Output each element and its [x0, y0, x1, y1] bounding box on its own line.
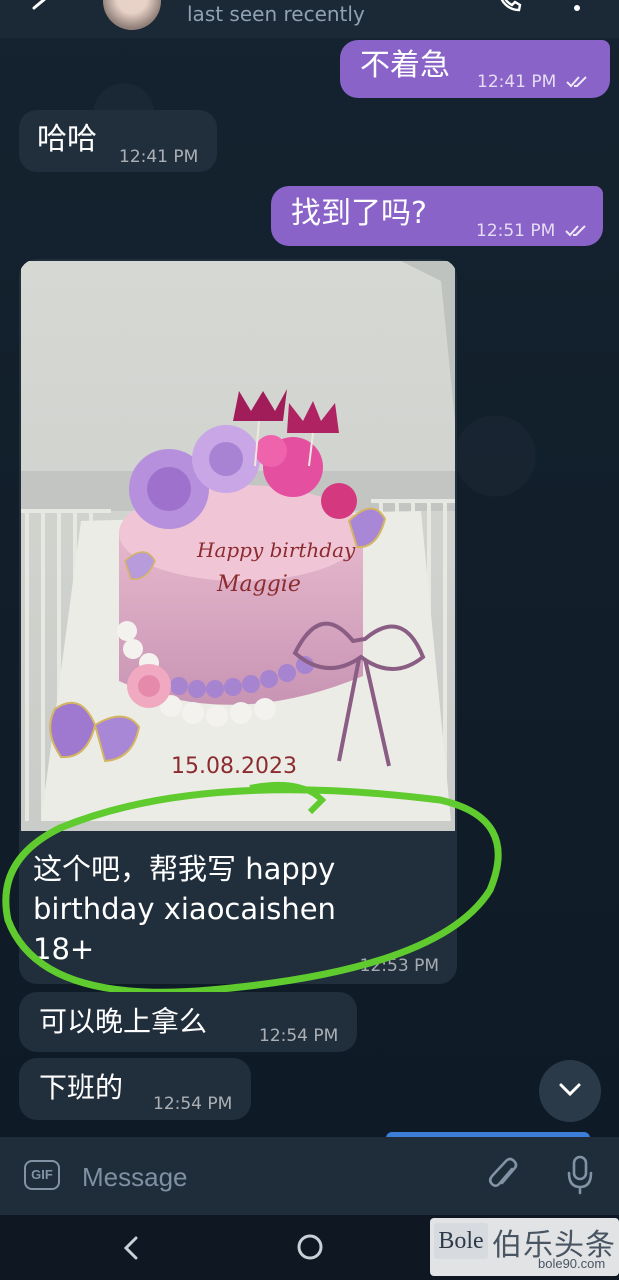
cake-inscription-line1: Happy birthday [196, 538, 356, 562]
avatar[interactable] [103, 0, 161, 30]
watermark-url: bole90.com [538, 1256, 606, 1271]
nav-home-icon[interactable] [296, 1233, 324, 1261]
message-input-bar: GIF [0, 1137, 619, 1215]
photo-message[interactable]: Happy birthday Maggie 15.08.2023 这个吧，帮我写… [19, 259, 457, 984]
message-time: 12:53 PM [359, 956, 439, 976]
phone-icon[interactable] [497, 0, 523, 12]
message-time: 12:54 PM [153, 1094, 233, 1114]
photo-caption: 这个吧，帮我写 happy birthday xiaocaishen 18+ [33, 852, 336, 966]
microphone-icon[interactable] [566, 1155, 594, 1195]
message-time: 12:41 PM [119, 147, 199, 167]
message-bubble-incoming[interactable]: 下班的 12:54 PM [19, 1058, 251, 1120]
message-bubble-incoming[interactable]: 可以晚上拿么 12:54 PM [19, 992, 357, 1052]
cake-photo[interactable]: Happy birthday Maggie 15.08.2023 [21, 261, 455, 831]
paperclip-icon[interactable] [488, 1157, 520, 1193]
message-bubble-outgoing[interactable]: 不着急 12:41 PM [340, 40, 610, 98]
gif-icon[interactable]: GIF [24, 1160, 60, 1190]
watermark: Bole 伯乐头条 bole90.com [430, 1218, 619, 1276]
double-check-icon [565, 225, 586, 237]
watermark-logo: Bole [434, 1223, 488, 1259]
chevron-down-icon [559, 1083, 581, 1097]
back-arrow-icon[interactable] [28, 0, 50, 16]
message-text: 可以晚上拿么 [39, 1005, 208, 1038]
more-vert-icon[interactable] [572, 0, 582, 14]
message-time: 12:41 PM [477, 72, 557, 92]
message-bubble-incoming[interactable]: 哈哈 12:41 PM [19, 110, 217, 172]
chat-header: last seen recently [0, 0, 619, 38]
message-time: 12:51 PM [476, 221, 556, 241]
message-bubble-outgoing[interactable]: 找到了吗? 12:51 PM [271, 186, 603, 246]
message-time: 12:54 PM [259, 1026, 339, 1046]
cake-date: 15.08.2023 [171, 754, 297, 779]
last-seen-status: last seen recently [187, 2, 365, 26]
nav-back-icon[interactable] [122, 1235, 140, 1261]
message-text: 不着急 [360, 48, 450, 83]
message-input[interactable] [80, 1153, 464, 1201]
cake-inscription-line2: Maggie [216, 572, 301, 597]
scroll-to-bottom-button[interactable] [539, 1060, 601, 1122]
message-text: 找到了吗? [291, 196, 427, 231]
message-text: 下班的 [39, 1071, 124, 1104]
message-text: 哈哈 [37, 122, 97, 157]
double-check-icon [566, 76, 587, 88]
